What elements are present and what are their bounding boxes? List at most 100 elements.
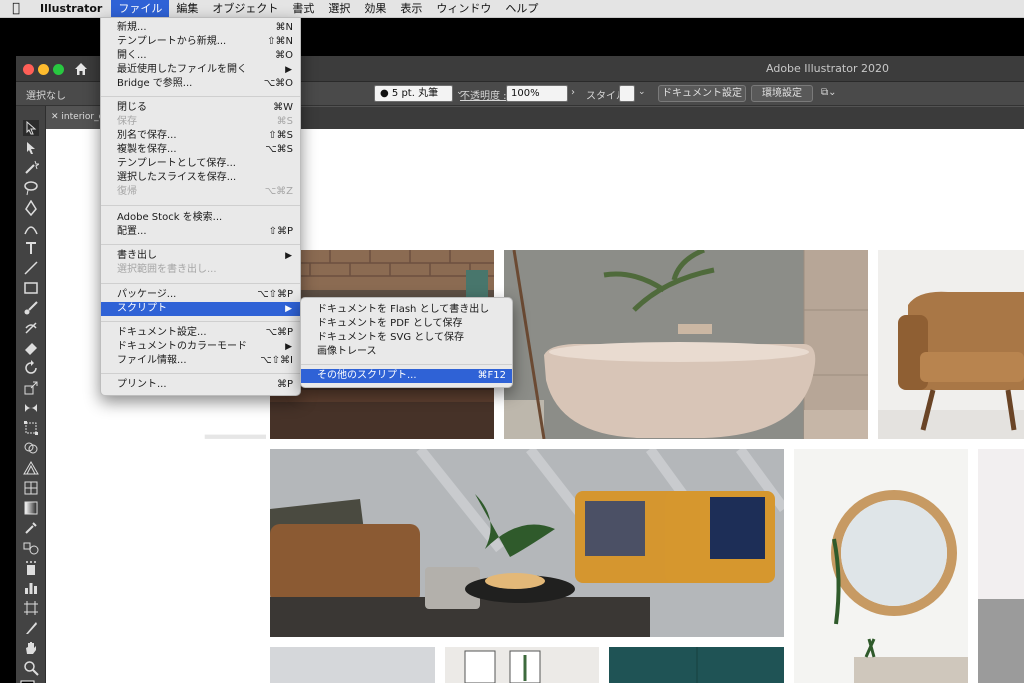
artboard-tool-icon[interactable] [23,600,39,616]
photo-leather-armchair[interactable] [878,250,1024,439]
photo-grey-wall[interactable] [270,647,435,683]
chevron-right-icon[interactable]: › [571,87,575,98]
submenu-item-save-pdf[interactable]: ドキュメントを PDF として保存 [301,317,512,331]
menu-help[interactable]: ヘルプ [498,0,545,18]
menu-item-close[interactable]: 閉じる ⌘W [101,101,300,115]
menu-separator [101,96,300,97]
magic-wand-tool-icon[interactable] [23,160,39,176]
gradient-tool-icon[interactable] [23,500,39,516]
pen-tool-icon[interactable] [23,200,39,216]
photo-bathtub[interactable] [504,250,868,439]
type-tool-icon[interactable] [23,240,39,256]
close-window-button[interactable] [23,64,34,75]
hand-tool-icon[interactable] [23,640,39,656]
file-menu-dropdown: 新規... ⌘N テンプレートから新規... ⇧⌘N 開く... ⌘O 最近使用したフ… [100,17,301,396]
opacity-input[interactable]: 100% [506,85,568,102]
window-title: Adobe Illustrator 2020 [766,62,889,75]
menu-item-scripts[interactable]: スクリプト ▶ [101,302,300,316]
menu-item-save-as[interactable]: 別名で保存... ⇧⌘S [101,129,300,143]
menu-item-package[interactable]: パッケージ... ⌥⇧⌘P [101,288,300,302]
photo-framed-leaves[interactable] [445,647,599,683]
submenu-item-save-svg[interactable]: ドキュメントを SVG として保存 [301,331,512,345]
symbol-sprayer-tool-icon[interactable] [23,560,39,576]
menu-bar:  Illustrator ファイル 編集 オブジェクト 書式 選択 効果 表示… [0,0,1024,18]
menu-effect[interactable]: 効果 [357,0,393,18]
brush-dot-icon: ● [380,88,389,99]
blend-tool-icon[interactable] [23,540,39,556]
menu-item-open-recent[interactable]: 最近使用したファイルを開く ▶ [101,63,300,77]
submenu-item-other-script[interactable]: その他のスクリプト... ⌘F12 [301,369,512,383]
column-graph-tool-icon[interactable] [23,580,39,596]
selection-status: 選択なし [26,91,66,102]
submenu-arrow-icon: ▶ [285,342,292,352]
menu-file[interactable]: ファイル [111,0,170,18]
menu-item-place[interactable]: 配置... ⇧⌘P [101,225,300,239]
shaper-tool-icon[interactable] [23,320,39,336]
menu-type[interactable]: 書式 [285,0,321,18]
selection-tool-icon[interactable] [23,120,39,136]
desktop:  Illustrator ファイル 編集 オブジェクト 書式 選択 効果 表示… [0,0,1024,683]
menu-item-browse-bridge[interactable]: Bridge で参照... ⌥⌘O [101,77,300,91]
menu-item-print[interactable]: プリント... ⌘P [101,378,300,392]
shape-builder-tool-icon[interactable] [23,440,39,456]
menu-item-export[interactable]: 書き出し ▶ [101,249,300,263]
menu-separator [101,244,300,245]
menu-item-new-from-template[interactable]: テンプレートから新規... ⇧⌘N [101,35,300,49]
photo-grey-sofa[interactable] [978,449,1024,683]
zoom-window-button[interactable] [53,64,64,75]
menu-item-export-selection: 選択範囲を書き出し... [117,264,217,275]
app-menu[interactable]: Illustrator [32,2,111,15]
eraser-tool-icon[interactable] [23,340,39,356]
menu-item-file-info[interactable]: ファイル情報... ⌥⇧⌘I [101,354,300,368]
direct-selection-tool-icon[interactable] [23,140,39,156]
photo-living-room-chairs[interactable] [270,449,784,637]
document-settings-button[interactable]: ドキュメント設定 [658,85,746,102]
menu-item-save-as-template[interactable]: テンプレートとして保存... [101,157,300,171]
preferences-button[interactable]: 環境設定 [751,85,813,102]
paintbrush-tool-icon[interactable] [23,300,39,316]
minimize-window-button[interactable] [38,64,49,75]
menu-item-new[interactable]: 新規... ⌘N [101,21,300,35]
menu-item-document-setup[interactable]: ドキュメント設定... ⌥⌘P [101,326,300,340]
scale-tool-icon[interactable] [23,380,39,396]
menu-window[interactable]: ウィンドウ [429,0,498,18]
menu-item-open[interactable]: 開く... ⌘O [101,49,300,63]
document-tab[interactable]: ✕ interior_c [46,107,106,129]
style-swatch[interactable] [619,85,635,102]
menu-edit[interactable]: 編集 [169,0,205,18]
menu-item-save-copy[interactable]: 複製を保存... ⌥⌘S [101,143,300,157]
zoom-tool-icon[interactable] [23,660,39,676]
opacity-label[interactable]: 不透明度 : [460,87,507,102]
close-tab-icon[interactable]: ✕ [51,112,59,122]
perspective-grid-tool-icon[interactable] [23,460,39,476]
photo-teal-wall[interactable] [609,647,784,683]
lasso-tool-icon[interactable] [23,180,39,196]
arrange-documents-icon[interactable]: ⧉⌄ [821,87,837,98]
menu-item-save-slices[interactable]: 選択したスライスを保存... [101,171,300,185]
menu-item-document-color-mode[interactable]: ドキュメントのカラーモード ▶ [101,340,300,354]
apple-icon[interactable]:  [0,0,32,18]
menu-item-revert: 復帰 ⌥⌘Z [117,186,293,197]
menu-view[interactable]: 表示 [393,0,429,18]
menu-item-search-adobe-stock[interactable]: Adobe Stock を検索... [101,211,300,225]
slice-tool-icon[interactable] [23,620,39,636]
mesh-tool-icon[interactable] [23,480,39,496]
menu-select[interactable]: 選択 [321,0,357,18]
free-transform-tool-icon[interactable] [23,420,39,436]
rectangle-tool-icon[interactable] [23,280,39,296]
line-tool-icon[interactable] [23,260,39,276]
menu-item-save: 保存 ⌘S [117,116,293,127]
submenu-item-export-flash[interactable]: ドキュメントを Flash として書き出し [301,303,512,317]
eyedropper-tool-icon[interactable] [23,520,39,536]
width-tool-icon[interactable] [23,400,39,416]
photo-round-mirror[interactable] [794,449,968,683]
menu-object[interactable]: オブジェクト [205,0,285,18]
brush-select[interactable]: ● 5 pt. 丸筆 [374,85,453,102]
curvature-tool-icon[interactable] [23,220,39,236]
menu-separator [101,205,300,206]
rotate-tool-icon[interactable] [23,360,39,376]
submenu-arrow-icon: ▶ [285,304,292,314]
submenu-item-image-trace[interactable]: 画像トレース [301,345,512,359]
home-icon[interactable] [73,61,89,77]
style-chevron-down-icon[interactable]: ⌄ [638,87,646,97]
